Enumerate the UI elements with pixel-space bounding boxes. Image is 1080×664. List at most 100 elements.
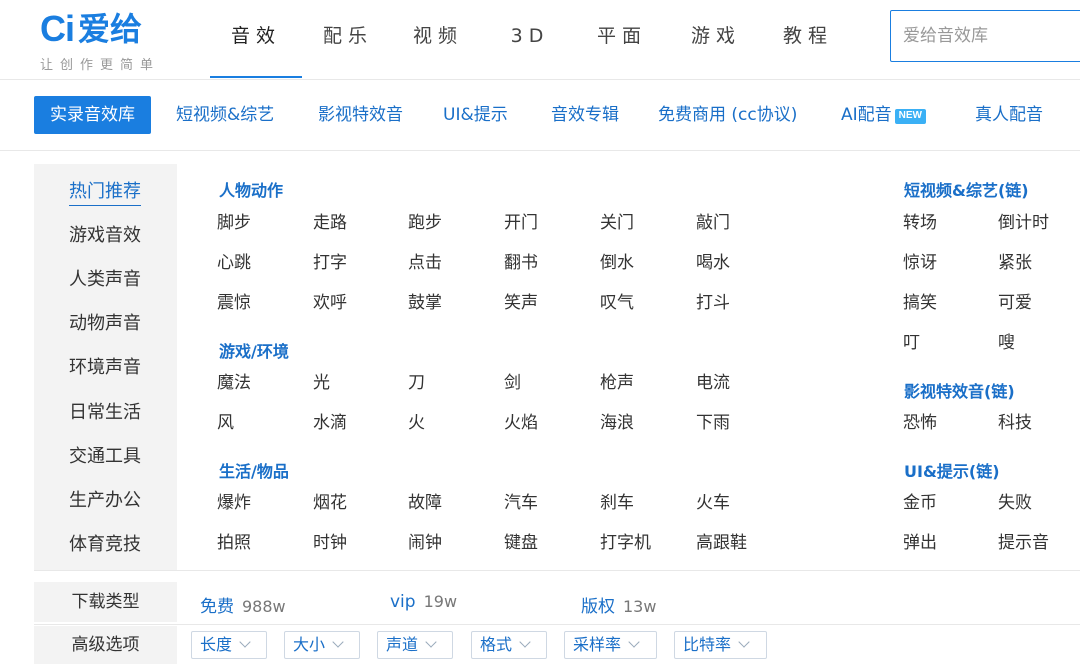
sidebar-item-animal[interactable]: 动物声音	[69, 309, 141, 335]
tag-item[interactable]: 搞笑	[903, 288, 937, 313]
tag-item[interactable]: 电流	[696, 368, 730, 393]
cat-free-cc[interactable]: 免费商用 (cc协议)	[658, 96, 797, 134]
cat-ai-dubbing[interactable]: AI配音 NEW	[841, 96, 926, 134]
tag-item[interactable]: 欢呼	[313, 288, 347, 313]
sidebar-item-environment[interactable]: 环境声音	[69, 353, 141, 379]
tag-item[interactable]: 键盘	[504, 528, 538, 553]
tag-item[interactable]: 震惊	[217, 288, 251, 313]
tag-item[interactable]: 失败	[998, 488, 1032, 513]
size-dropdown[interactable]: 大小	[284, 631, 360, 659]
tag-item[interactable]: 喝水	[696, 248, 730, 273]
sample-rate-dropdown[interactable]: 采样率	[564, 631, 657, 659]
sidebar-item-office[interactable]: 生产办公	[69, 486, 141, 512]
tag-item[interactable]: 爆炸	[217, 488, 251, 513]
tag-item[interactable]: 水滴	[313, 408, 347, 433]
tag-item[interactable]: 提示音	[998, 528, 1049, 553]
tag-item[interactable]: 叮	[903, 328, 920, 353]
tag-item[interactable]: 金币	[903, 488, 937, 513]
tag-item[interactable]: 转场	[903, 208, 937, 233]
cat-short-video[interactable]: 短视频&综艺	[176, 96, 274, 134]
tag-item[interactable]: 火焰	[504, 408, 538, 433]
tag-item[interactable]: 关门	[600, 208, 634, 233]
tag-item[interactable]: 笑声	[504, 288, 538, 313]
tag-item[interactable]: 敲门	[696, 208, 730, 233]
tag-item[interactable]: 魔法	[217, 368, 251, 393]
cat-human-dubbing[interactable]: 真人配音	[975, 96, 1043, 134]
tag-item[interactable]: 下雨	[696, 408, 730, 433]
main-nav-music[interactable]: 配乐	[302, 0, 394, 80]
tag-item[interactable]: 科技	[998, 408, 1032, 433]
tag-item[interactable]: 拍照	[217, 528, 251, 553]
tag-item[interactable]: 心跳	[217, 248, 251, 273]
size-dropdown-label: 大小	[293, 635, 326, 654]
tag-item[interactable]: 高跟鞋	[696, 528, 747, 553]
download-type-free[interactable]: 免费 988w	[200, 592, 286, 617]
tag-item[interactable]: 故障	[408, 488, 442, 513]
tag-item[interactable]: 打字	[313, 248, 347, 273]
tag-item[interactable]: 脚步	[217, 208, 251, 233]
tag-item[interactable]: 剑	[504, 368, 521, 393]
sidebar-item-human[interactable]: 人类声音	[69, 265, 141, 291]
cat-ui-prompts[interactable]: UI&提示	[443, 96, 508, 134]
tag-item[interactable]: 翻书	[504, 248, 538, 273]
tag-item[interactable]: 风	[217, 408, 234, 433]
cat-recorded-library[interactable]: 实录音效库	[34, 96, 151, 134]
tag-item[interactable]: 倒水	[600, 248, 634, 273]
tag-item[interactable]: 恐怖	[903, 408, 937, 433]
tag-item[interactable]: 倒计时	[998, 208, 1049, 233]
site-logo[interactable]: Ci 爱给 让创作更简单	[40, 10, 190, 74]
tag-item[interactable]: 点击	[408, 248, 442, 273]
main-nav-audio[interactable]: 音效	[210, 0, 302, 80]
tag-item[interactable]: 可爱	[998, 288, 1032, 313]
main-nav-tutorial[interactable]: 教程	[766, 0, 850, 80]
tag-item[interactable]: 时钟	[313, 528, 347, 553]
cat-albums[interactable]: 音效专辑	[551, 96, 619, 134]
channel-dropdown[interactable]: 声道	[377, 631, 453, 659]
sidebar-item-sports[interactable]: 体育竞技	[69, 530, 141, 556]
tag-item[interactable]: 嗖	[998, 328, 1015, 353]
tag-item[interactable]: 枪声	[600, 368, 634, 393]
tag-item[interactable]: 开门	[504, 208, 538, 233]
group-title-film[interactable]: 影视特效音(链)	[904, 378, 1015, 402]
download-type-copyright[interactable]: 版权 13w	[581, 592, 656, 617]
group-title-short-video[interactable]: 短视频&综艺(链)	[904, 177, 1029, 201]
group-title-people[interactable]: 人物动作	[219, 177, 283, 201]
chevron-down-icon	[425, 636, 437, 648]
group-title-life[interactable]: 生活/物品	[219, 458, 289, 482]
tag-item[interactable]: 打斗	[696, 288, 730, 313]
group-title-ui[interactable]: UI&提示(链)	[904, 458, 1000, 482]
sidebar-item-game[interactable]: 游戏音效	[69, 221, 141, 247]
tag-item[interactable]: 走路	[313, 208, 347, 233]
search-input[interactable]	[891, 11, 1080, 61]
tag-item[interactable]: 跑步	[408, 208, 442, 233]
tag-item[interactable]: 火车	[696, 488, 730, 513]
main-nav-game[interactable]: 游戏	[666, 0, 766, 80]
main-nav-video[interactable]: 视频	[394, 0, 482, 80]
tag-item[interactable]: 刹车	[600, 488, 634, 513]
cat-film-effects[interactable]: 影视特效音	[318, 96, 403, 134]
sidebar-item-hot[interactable]: 热门推荐	[69, 177, 141, 206]
tag-item[interactable]: 闹钟	[408, 528, 442, 553]
main-nav-3d[interactable]: 3D	[482, 0, 578, 80]
tag-item[interactable]: 刀	[408, 368, 425, 393]
bitrate-dropdown[interactable]: 比特率	[674, 631, 767, 659]
tag-item[interactable]: 叹气	[600, 288, 634, 313]
download-type-vip[interactable]: vip 19w	[390, 592, 457, 612]
sidebar-item-daily[interactable]: 日常生活	[69, 398, 141, 424]
tag-item[interactable]: 汽车	[504, 488, 538, 513]
tag-item[interactable]: 火	[408, 408, 425, 433]
format-dropdown[interactable]: 格式	[471, 631, 547, 659]
group-title-game[interactable]: 游戏/环境	[219, 338, 289, 362]
tag-item[interactable]: 海浪	[600, 408, 634, 433]
tag-item[interactable]: 弹出	[903, 528, 937, 553]
main-nav-graphic[interactable]: 平面	[578, 0, 666, 80]
channel-dropdown-label: 声道	[386, 635, 419, 654]
tag-item[interactable]: 紧张	[998, 248, 1032, 273]
tag-item[interactable]: 惊讶	[903, 248, 937, 273]
tag-item[interactable]: 鼓掌	[408, 288, 442, 313]
tag-item[interactable]: 打字机	[600, 528, 651, 553]
tag-item[interactable]: 烟花	[313, 488, 347, 513]
length-dropdown[interactable]: 长度	[191, 631, 267, 659]
sidebar-item-transport[interactable]: 交通工具	[69, 442, 141, 468]
tag-item[interactable]: 光	[313, 368, 330, 393]
